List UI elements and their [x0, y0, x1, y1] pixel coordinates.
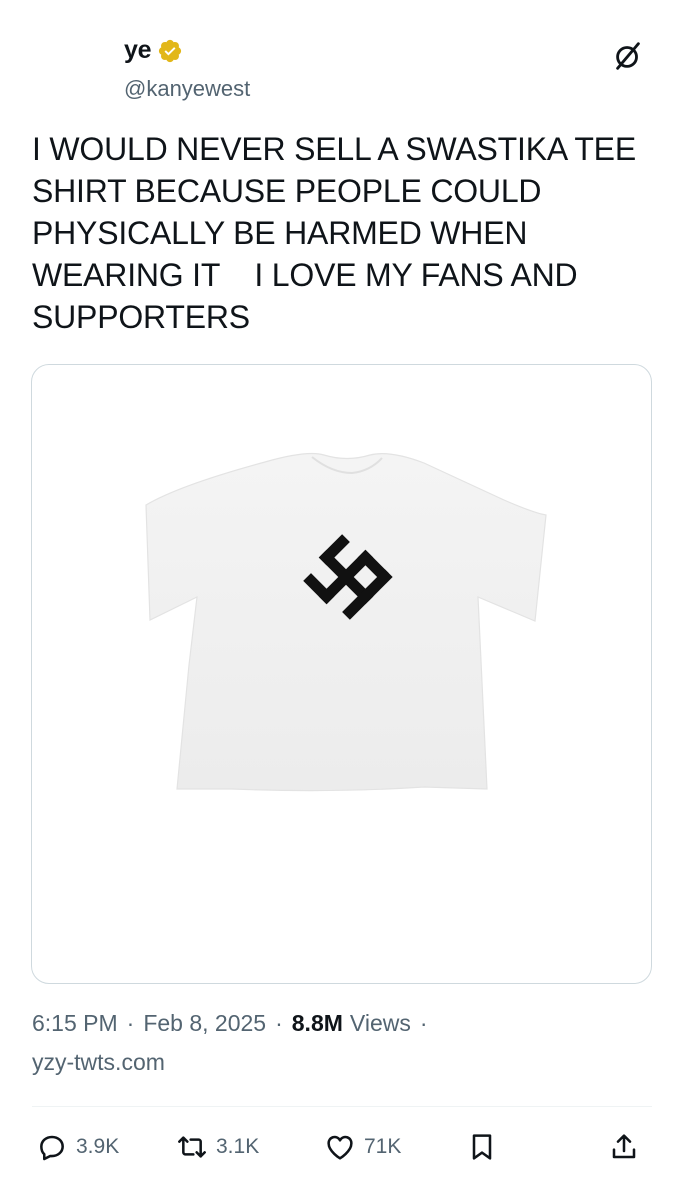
tweet-media-photo[interactable]: [31, 364, 652, 984]
divider: [32, 1106, 652, 1107]
verified-badge-icon[interactable]: [157, 38, 183, 64]
grok-icon[interactable]: [610, 38, 646, 74]
like-button[interactable]: 71K: [324, 1124, 401, 1170]
author-handle[interactable]: @kanyewest: [124, 76, 250, 102]
tweet-date[interactable]: Feb 8, 2025: [143, 1010, 266, 1037]
bookmark-icon: [472, 1134, 492, 1160]
reply-button[interactable]: 3.9K: [36, 1124, 119, 1170]
display-name[interactable]: ye: [124, 36, 152, 65]
action-bar: 3.9K 3.1K 71K: [32, 1124, 652, 1170]
reply-icon: [40, 1135, 64, 1161]
like-count: 71K: [364, 1135, 402, 1158]
tshirt-image: [145, 452, 547, 792]
views-label: Views: [349, 1010, 411, 1036]
separator-dot: ·: [275, 1010, 283, 1036]
tweet-text: I WOULD NEVER SELL A SWASTIKA TEE SHIRT …: [32, 131, 636, 335]
bookmark-button[interactable]: [466, 1124, 498, 1170]
tweet-meta: 6:15 PM · Feb 8, 2025 · 8.8M Views ·: [32, 1010, 437, 1037]
tweet-header: ye @kanyewest: [0, 0, 682, 110]
source-link[interactable]: yzy-twts.com: [32, 1049, 165, 1076]
tweet-time[interactable]: 6:15 PM: [32, 1010, 118, 1037]
reply-count: 3.9K: [76, 1135, 120, 1158]
separator-dot: ·: [126, 1010, 135, 1036]
retweet-count: 3.1K: [216, 1135, 260, 1158]
retweet-button[interactable]: 3.1K: [176, 1124, 259, 1170]
separator-dot: ·: [419, 1010, 428, 1036]
share-button[interactable]: [608, 1124, 640, 1170]
author-name-row[interactable]: ye: [124, 36, 183, 65]
heart-icon: [327, 1135, 353, 1160]
share-icon: [612, 1134, 636, 1159]
retweet-icon: [178, 1136, 206, 1158]
views-count: 8.8M: [291, 1010, 343, 1036]
